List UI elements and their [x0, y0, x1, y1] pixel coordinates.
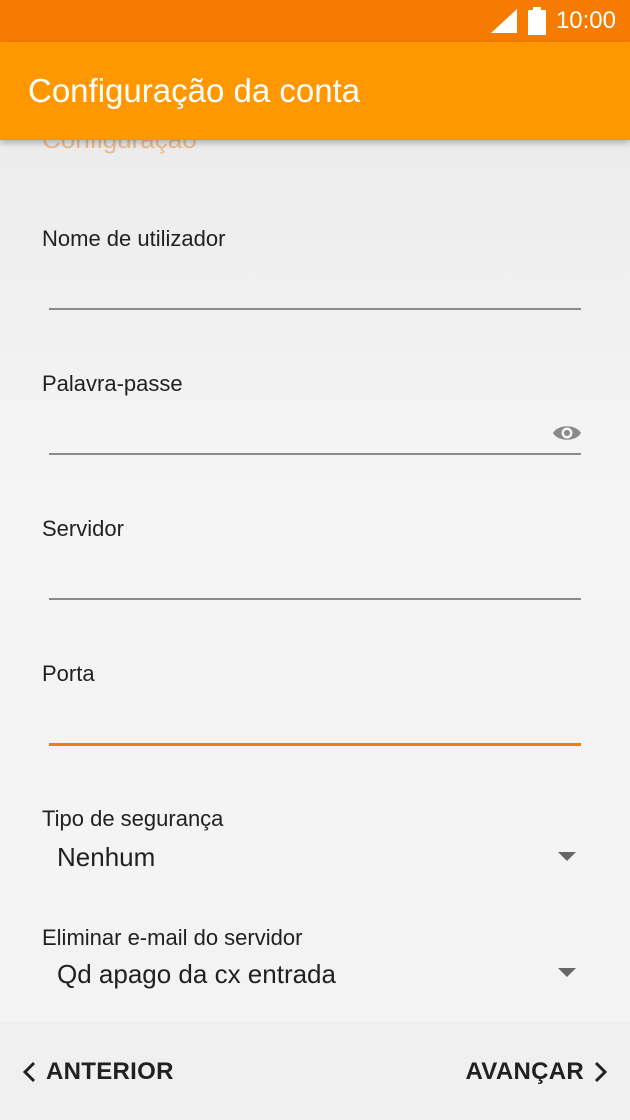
next-button[interactable]: AVANÇAR [465, 1058, 608, 1086]
password-field[interactable]: Palavra-passe [42, 371, 582, 461]
signal-icon [490, 9, 517, 33]
port-field[interactable]: Porta [42, 661, 582, 751]
app-bar: Configuração da conta [0, 42, 630, 140]
battery-icon [527, 7, 546, 35]
username-field[interactable]: Nome de utilizador [42, 226, 582, 316]
password-underline [49, 453, 581, 455]
security-type-label: Tipo de segurança [42, 806, 224, 831]
server-underline [49, 598, 581, 600]
status-icons: 10:00 [490, 0, 616, 42]
chevron-right-icon [594, 1061, 608, 1083]
status-bar: 10:00 [0, 0, 630, 42]
port-label: Porta [42, 661, 95, 686]
eye-icon[interactable] [552, 423, 582, 443]
username-underline [49, 308, 581, 310]
server-label: Servidor [42, 516, 124, 541]
chevron-down-icon [558, 852, 576, 861]
clipped-section-heading: Configuração [42, 140, 197, 155]
account-settings-form: Configuração Nome de utilizador Palavra-… [0, 140, 630, 1022]
page-title: Configuração da conta [28, 72, 361, 109]
server-field[interactable]: Servidor [42, 516, 582, 606]
previous-button[interactable]: ANTERIOR [22, 1058, 174, 1086]
delete-email-value: Qd apago da cx entrada [57, 959, 336, 989]
username-label: Nome de utilizador [42, 226, 226, 251]
chevron-left-icon [22, 1061, 36, 1083]
previous-label: ANTERIOR [46, 1058, 174, 1085]
next-label: AVANÇAR [465, 1058, 584, 1085]
password-label: Palavra-passe [42, 371, 183, 396]
status-time: 10:00 [555, 7, 616, 34]
bottom-navigation: ANTERIOR AVANÇAR [0, 1022, 630, 1120]
port-underline [49, 743, 581, 746]
security-type-value: Nenhum [57, 842, 156, 872]
chevron-down-icon [558, 968, 576, 977]
delete-email-label: Eliminar e-mail do servidor [42, 925, 303, 950]
